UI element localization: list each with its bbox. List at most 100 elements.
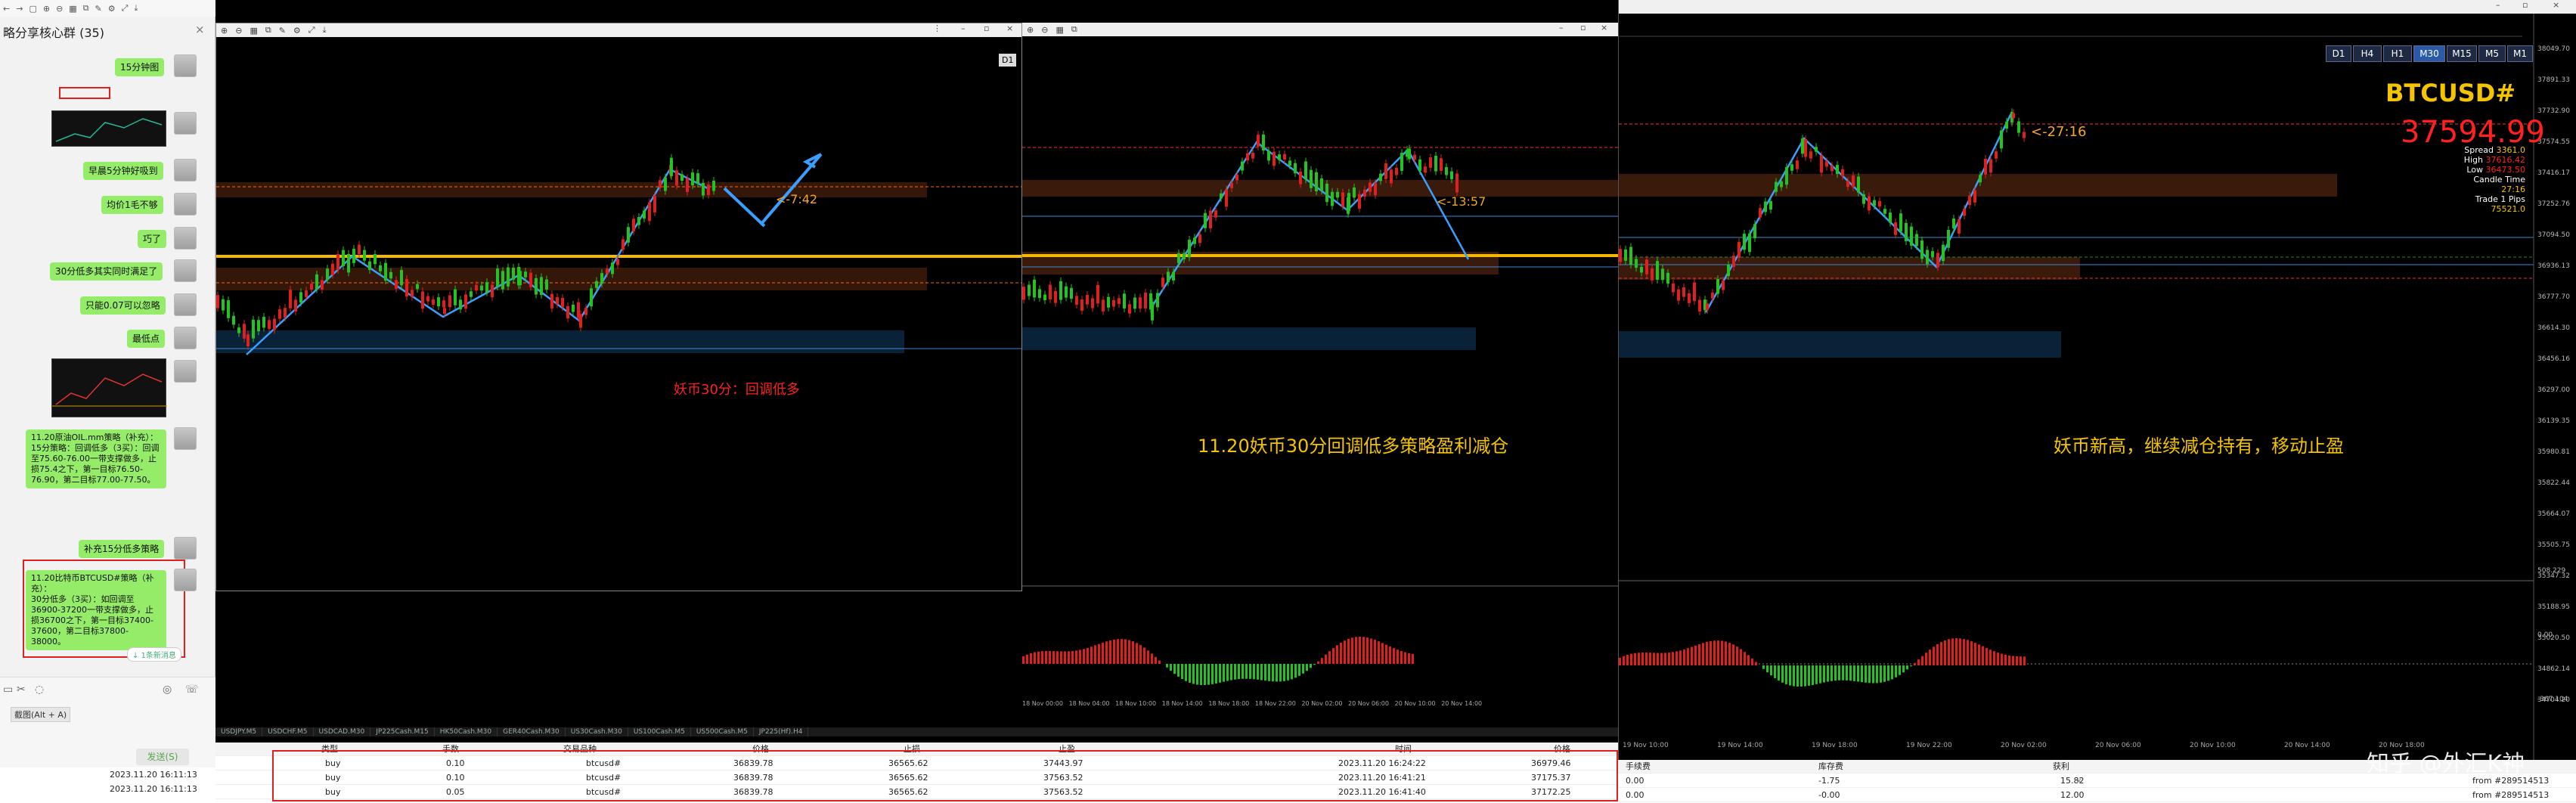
candle-body — [1995, 151, 1998, 159]
close-icon[interactable]: × — [2075, 774, 2082, 788]
send-button[interactable]: 发送(S) — [136, 749, 189, 765]
copy-icon[interactable]: ⧉ — [83, 3, 89, 14]
chat-bubble-icon[interactable]: ◌ — [35, 684, 44, 696]
timeframe-m15[interactable]: M15 — [2447, 45, 2477, 62]
macd-bar — [1948, 639, 1950, 665]
grid-icon[interactable]: ▦ — [69, 4, 76, 14]
candle-body — [691, 172, 694, 186]
timeframe-m5[interactable]: M5 — [2478, 45, 2506, 62]
macd-bar — [1060, 651, 1062, 664]
file-icon[interactable]: ▢ — [29, 4, 36, 14]
symbol-tab[interactable]: US100Cash.M5 — [628, 727, 691, 736]
candle-body — [315, 274, 318, 290]
forward-icon[interactable]: → — [16, 4, 23, 14]
back-icon[interactable]: ← — [3, 4, 10, 14]
macd-bar — [1815, 665, 1818, 684]
copy-icon[interactable]: ⧉ — [265, 25, 271, 36]
download-icon[interactable]: ⤓ — [323, 25, 327, 36]
zoom-out-icon[interactable]: ⊖ — [56, 4, 63, 14]
candle-body — [421, 291, 424, 309]
symbol-tab[interactable]: JP225(Hf).H4 — [754, 727, 809, 736]
avatar — [174, 293, 197, 316]
macd-bar — [1143, 647, 1145, 664]
chart-window-2[interactable]: ⊕ ⊖ ▦ ⧉ – ▫ × <-13:57 11.20妖币30分回调低多策略盈利… — [1022, 23, 1618, 726]
close-icon[interactable]: × — [1006, 23, 1013, 37]
tool-icon[interactable]: ⚙ — [108, 4, 116, 14]
candle-body — [1926, 250, 1929, 265]
timeframe-d1[interactable]: D1 — [2326, 45, 2351, 62]
candle-body — [1759, 208, 1762, 218]
expand-icon[interactable]: ⤢ — [122, 3, 129, 14]
edit-icon[interactable]: ✎ — [95, 4, 102, 14]
chart-window-1[interactable]: ⊕ ⊖ ▦ ⧉ ✎ ⚙ ⤢ ⤓ ⋮ – ▫ × D1 <-7:42 妖币30分：… — [215, 23, 1022, 591]
table-row[interactable]: 0.00 -0.00 12.00 from #289514513 — [1618, 789, 2576, 802]
folder-icon[interactable]: ▭ — [3, 684, 13, 696]
minimize-icon[interactable]: – — [2496, 0, 2500, 14]
expand-icon[interactable]: ⤢ — [308, 25, 315, 36]
symbol-tab[interactable]: US30Cash.M30 — [566, 727, 628, 736]
macd-bar — [1238, 664, 1240, 680]
symbol-tab[interactable]: JP225Cash.M15 — [370, 727, 435, 736]
video-call-icon[interactable]: ◎ — [163, 684, 172, 696]
chart-screenshot-thumbnail[interactable] — [51, 358, 167, 417]
maximize-icon[interactable]: ▫ — [2522, 0, 2528, 14]
maximize-icon[interactable]: ▫ — [984, 23, 989, 37]
zoom-out-icon[interactable]: ⊖ — [235, 26, 242, 36]
candle-body — [1118, 298, 1121, 305]
maximize-icon[interactable]: ▫ — [1580, 23, 1586, 36]
phone-icon[interactable]: ☏ — [185, 684, 199, 696]
symbol-tab[interactable]: HK50Cash.M30 — [435, 727, 498, 736]
zoom-in-icon[interactable]: ⊕ — [1027, 25, 1034, 35]
close-icon[interactable]: × — [195, 23, 205, 36]
macd-bar — [1868, 665, 1871, 684]
symbol-tab[interactable]: USDJPY.M5 — [215, 727, 263, 736]
timeframe-h1[interactable]: H1 — [2383, 45, 2412, 62]
macd-bar — [1989, 650, 1992, 665]
grid-icon[interactable]: ▦ — [1056, 25, 1063, 35]
zoom-out-icon[interactable]: ⊖ — [1041, 25, 1048, 35]
info-value: 36473.50 — [2485, 165, 2526, 175]
copy-icon[interactable]: ⧉ — [1071, 24, 1077, 35]
zoom-in-icon[interactable]: ⊕ — [43, 4, 50, 14]
time-cell: 2023.11.20 16:11:13 — [110, 784, 197, 794]
symbol-tab[interactable]: GER40Cash.M30 — [498, 727, 566, 736]
menu-icon[interactable]: ⋮ — [933, 23, 941, 37]
edit-icon[interactable]: ✎ — [279, 26, 286, 36]
avatar — [174, 259, 197, 282]
candle-body — [1070, 287, 1073, 299]
candle-body — [1214, 210, 1217, 218]
macd-bar — [2023, 656, 2026, 665]
timeframe-m30[interactable]: M30 — [2413, 45, 2445, 62]
minimize-icon[interactable]: – — [961, 23, 966, 37]
time-tick: 20 Nov 10:00 — [2190, 742, 2236, 749]
grid-icon[interactable]: ▦ — [250, 26, 257, 36]
candle-body — [1107, 296, 1110, 308]
symbol-tab[interactable]: USDCHF.M5 — [262, 727, 314, 736]
macd-bar — [1226, 664, 1229, 681]
indicator-icon[interactable]: ⚙ — [293, 26, 301, 36]
candle-body — [1086, 294, 1089, 305]
timeframe-h4[interactable]: H4 — [2353, 45, 2382, 62]
candle-body — [1737, 241, 1741, 258]
symbol-tab[interactable]: US500Cash.M5 — [691, 727, 754, 736]
minimize-icon[interactable]: – — [1559, 23, 1564, 36]
download-icon[interactable]: ⤓ — [134, 3, 138, 14]
candle-body — [2005, 121, 2008, 129]
new-message-badge[interactable]: ↓ 1条新消息 — [127, 647, 181, 662]
chart-toolbar: ⊕ ⊖ ▦ ⧉ ✎ ⚙ ⤢ ⤓ — [216, 23, 1021, 37]
macd-bar — [1955, 638, 1958, 665]
candle-body — [252, 319, 255, 339]
macd-bar — [1747, 655, 1750, 665]
close-icon[interactable]: × — [1601, 23, 1607, 36]
zoom-in-icon[interactable]: ⊕ — [221, 26, 228, 36]
scissors-icon[interactable]: ✂ — [17, 684, 26, 696]
chart-screenshot-thumbnail[interactable] — [51, 110, 166, 147]
candle-body — [262, 316, 265, 328]
chart-window-3[interactable]: – ▫ × <-27:16 D1 H4 H1 M30 M15 M5 M1 妖币新… — [1618, 0, 2576, 760]
symbol-tab[interactable]: USDCAD.M30 — [314, 727, 371, 736]
macd-bar — [1917, 659, 1920, 665]
close-icon[interactable]: × — [2553, 0, 2559, 14]
candle-body — [384, 262, 387, 281]
chat-message: 11.20比特币BTCUSD#策略（补充）： 30分低多（3买）：如回调至369… — [26, 570, 166, 650]
timeframe-m1[interactable]: M1 — [2507, 45, 2533, 62]
